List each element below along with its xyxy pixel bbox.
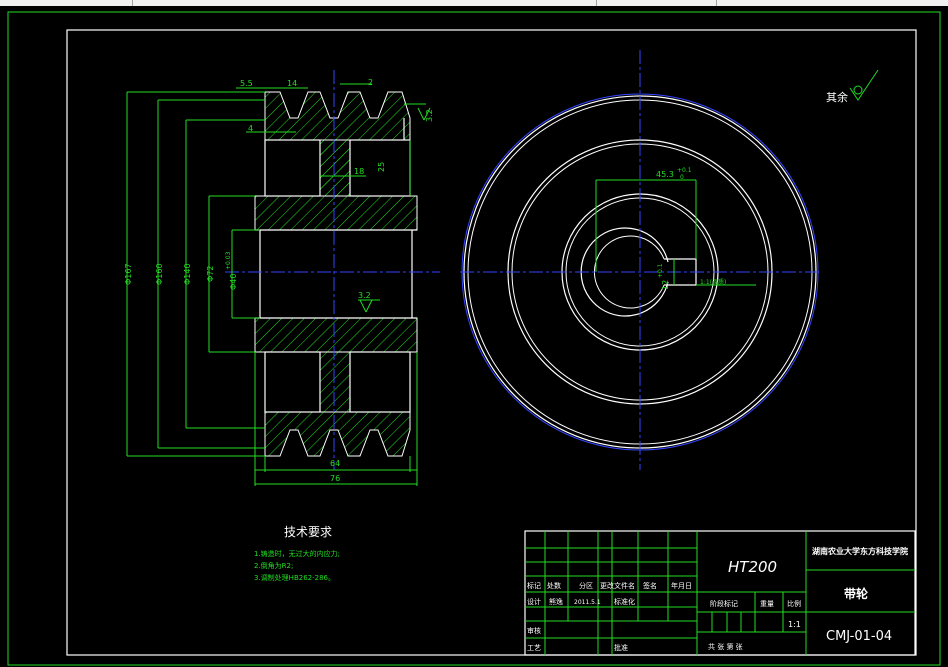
col-change-doc: 更改文件名 (600, 581, 635, 590)
check-label: 审核 (527, 626, 541, 635)
dim-d72: Φ72 (206, 266, 215, 282)
drawing-number: CMJ-01-04 (826, 629, 892, 644)
material: HT200 (728, 558, 777, 576)
scale-value: 1:1 (788, 620, 801, 629)
dim-12: 12 (661, 280, 670, 290)
design-label: 设计 (527, 597, 541, 606)
title-block: HT200 湖南农业大学东方科技学院 带轮 CMJ-01-04 1:1 标记 处… (524, 530, 916, 656)
paper-border (7, 11, 941, 666)
dim-18: 18 (354, 167, 364, 176)
stage-label: 阶段标记 (710, 599, 738, 608)
sheets-label: 共 张 第 张 (708, 642, 743, 651)
roughness-hole: 3.2 (358, 291, 371, 300)
dim-45-3-tol: +0.1 (677, 167, 692, 174)
col-date: 年月日 (671, 581, 692, 590)
dim-25: 25 (377, 162, 386, 172)
design-date: 2011.5.1 (574, 599, 601, 606)
col-marker: 标记 (527, 581, 541, 590)
section-view: Φ167 Φ160 Φ140 Φ72 Φ40 +0.03 5.5 14 2 4 … (124, 70, 440, 486)
design-name: 熊逸 (549, 597, 563, 606)
approve-label: 批准 (614, 643, 628, 652)
dim-14: 14 (287, 79, 297, 88)
tech-req-item: 3.调制处理HB262-286。 (254, 573, 335, 582)
roughness-circle (853, 85, 863, 95)
dim-45-3: 45.3 (656, 170, 674, 179)
dim-45-3-tol2: 0 (680, 174, 684, 181)
scale-label: 比例 (787, 599, 801, 608)
front-dimension-lines (595, 179, 756, 286)
dim-d140: Φ140 (183, 263, 192, 285)
tech-req-title: 技术要求 (284, 525, 332, 539)
dim-3-2: 3.2 (425, 109, 434, 122)
dim-d160: Φ160 (155, 263, 164, 285)
col-zone: 分区 (579, 581, 593, 590)
school-name: 湖南农业大学东方科技学院 (812, 546, 908, 556)
dim-d40: Φ40 (229, 274, 238, 290)
cad-drawing-canvas[interactable]: Φ167 Φ160 Φ140 Φ72 Φ40 +0.03 5.5 14 2 4 … (0, 0, 948, 667)
standard-label: 标准化 (614, 597, 635, 606)
weight-label: 重量 (760, 600, 774, 608)
roughness-symbol (849, 69, 879, 101)
front-view: 45.3 +0.1 0 12 +0.1 1:1(调质) (460, 50, 820, 470)
tech-req-item: 2.倒角为R2; (254, 561, 293, 570)
hatch-regions (254, 91, 418, 457)
dim-d40-tol: +0.03 (225, 251, 232, 270)
process-label: 工艺 (527, 644, 541, 652)
drawing-frame (66, 29, 917, 656)
tech-req-item: 1.铸造时，无过大的内应力; (254, 549, 340, 558)
dim-76: 76 (330, 474, 340, 483)
part-name: 带轮 (844, 586, 869, 601)
roughness-label: 其余 (826, 90, 848, 104)
col-sign: 签名 (643, 581, 657, 590)
leader-note: 1:1(调质) (700, 278, 726, 286)
col-count: 处数 (547, 581, 561, 590)
dim-d167: Φ167 (124, 263, 133, 285)
dim-2: 2 (368, 78, 373, 87)
dim-4: 4 (248, 124, 253, 133)
dim-12-tol: +0.1 (657, 263, 664, 278)
dim-5-5: 5.5 (240, 79, 253, 88)
dim-64: 64 (330, 459, 340, 468)
